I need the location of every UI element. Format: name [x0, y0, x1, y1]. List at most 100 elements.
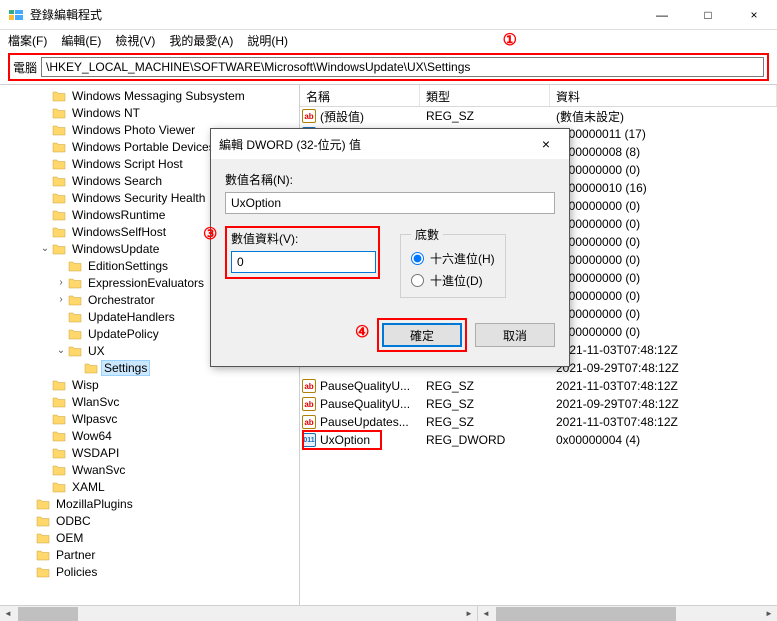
- menu-file[interactable]: 檔案(F): [4, 30, 51, 51]
- value-name-field[interactable]: UxOption: [225, 192, 555, 214]
- tree-item-label: Wlpasvc: [70, 412, 119, 426]
- menu-help[interactable]: 說明(H): [243, 30, 292, 51]
- maximize-button[interactable]: □: [685, 0, 731, 30]
- close-button[interactable]: ×: [731, 0, 777, 30]
- string-value-icon: ab: [300, 415, 318, 429]
- value-name: (預設值): [318, 108, 420, 125]
- value-type: REG_SZ: [420, 415, 550, 429]
- value-type: REG_DWORD: [420, 433, 550, 447]
- folder-icon: [52, 156, 68, 172]
- tree-item[interactable]: OEM: [6, 529, 299, 546]
- tree-item-label: WindowsRuntime: [70, 208, 167, 222]
- tree-item-label: Windows Photo Viewer: [70, 123, 197, 137]
- column-name[interactable]: 名稱: [300, 85, 420, 106]
- folder-icon: [52, 88, 68, 104]
- value-data: (數值未設定): [550, 108, 777, 125]
- tree-item[interactable]: WwanSvc: [6, 461, 299, 478]
- value-data: 0x00000010 (16): [550, 181, 777, 195]
- values-header: 名稱 類型 資料: [300, 85, 777, 107]
- tree-item[interactable]: Policies: [6, 563, 299, 580]
- tree-item[interactable]: Partner: [6, 546, 299, 563]
- folder-icon: [68, 292, 84, 308]
- column-type[interactable]: 類型: [420, 85, 550, 106]
- value-data: 0x00000000 (0): [550, 271, 777, 285]
- address-label: 電腦: [13, 59, 37, 76]
- value-row[interactable]: abPauseQualityU...REG_SZ2021-11-03T07:48…: [300, 377, 777, 395]
- folder-icon: [36, 496, 52, 512]
- folder-icon: [52, 105, 68, 121]
- dialog-close-button[interactable]: ×: [531, 136, 561, 152]
- value-data: 0x00000000 (0): [550, 235, 777, 249]
- expand-icon[interactable]: ›: [54, 294, 68, 305]
- value-data: 0x00000000 (0): [550, 253, 777, 267]
- expand-icon[interactable]: ›: [54, 277, 68, 288]
- edit-dword-dialog: 編輯 DWORD (32-位元) 值 × 數值名稱(N): UxOption 數…: [210, 128, 570, 367]
- value-data: 2021-09-29T07:48:12Z: [550, 361, 777, 375]
- tree-item-label: XAML: [70, 480, 107, 494]
- annotation-box-4: 確定: [377, 318, 467, 352]
- column-data[interactable]: 資料: [550, 85, 777, 106]
- folder-icon: [68, 275, 84, 291]
- tree-item-label: ExpressionEvaluators: [86, 276, 206, 290]
- folder-icon: [52, 462, 68, 478]
- radio-hex[interactable]: 十六進位(H): [411, 247, 495, 269]
- folder-icon: [52, 241, 68, 257]
- folder-icon: [52, 411, 68, 427]
- folder-icon: [68, 343, 84, 359]
- folder-icon: [52, 190, 68, 206]
- annotation-3: ③: [203, 224, 217, 244]
- cancel-button[interactable]: 取消: [475, 323, 555, 347]
- folder-icon: [36, 530, 52, 546]
- radio-hex-input[interactable]: [411, 252, 424, 265]
- tree-item-label: WwanSvc: [70, 463, 127, 477]
- dialog-title: 編輯 DWORD (32-位元) 值: [219, 136, 531, 153]
- tree-item[interactable]: Windows NT: [6, 104, 299, 121]
- value-data: 2021-09-29T07:48:12Z: [550, 397, 777, 411]
- string-value-icon: ab: [300, 397, 318, 411]
- radio-dec[interactable]: 十進位(D): [411, 269, 495, 291]
- tree-item[interactable]: WSDAPI: [6, 444, 299, 461]
- tree-item-label: Windows Security Health: [70, 191, 207, 205]
- value-type: REG_SZ: [420, 109, 550, 123]
- tree-item-label: Orchestrator: [86, 293, 157, 307]
- value-row[interactable]: abPauseUpdates...REG_SZ2021-11-03T07:48:…: [300, 413, 777, 431]
- value-type: REG_SZ: [420, 379, 550, 393]
- value-data: 0x00000000 (0): [550, 325, 777, 339]
- folder-icon: [52, 122, 68, 138]
- tree-item-label: WindowsSelfHost: [70, 225, 168, 239]
- expand-icon[interactable]: ⌄: [38, 243, 52, 254]
- folder-icon: [52, 173, 68, 189]
- address-bar[interactable]: [41, 57, 764, 77]
- tree-item[interactable]: WlanSvc: [6, 393, 299, 410]
- folder-icon: [84, 360, 100, 376]
- tree-item-label: OEM: [54, 531, 85, 545]
- menu-favorites[interactable]: 我的最愛(A): [165, 30, 237, 51]
- value-type: REG_SZ: [420, 397, 550, 411]
- value-row[interactable]: abPauseQualityU...REG_SZ2021-09-29T07:48…: [300, 395, 777, 413]
- value-data: 0x00000000 (0): [550, 307, 777, 321]
- radio-dec-input[interactable]: [411, 274, 424, 287]
- tree-item-label: Wow64: [70, 429, 114, 443]
- menu-view[interactable]: 檢視(V): [111, 30, 159, 51]
- tree-item[interactable]: Windows Messaging Subsystem: [6, 87, 299, 104]
- value-data: 2021-11-03T07:48:12Z: [550, 343, 777, 357]
- value-row[interactable]: 011UxOptionREG_DWORD0x00000004 (4): [300, 431, 777, 449]
- tree-item[interactable]: XAML: [6, 478, 299, 495]
- tree-item[interactable]: MozillaPlugins: [6, 495, 299, 512]
- folder-icon: [36, 564, 52, 580]
- expand-icon[interactable]: ⌄: [54, 345, 68, 356]
- menu-edit[interactable]: 編輯(E): [57, 30, 105, 51]
- value-data: 0x00000004 (4): [550, 433, 777, 447]
- value-data-input[interactable]: [231, 251, 376, 273]
- annotation-box-1: 電腦: [8, 53, 769, 81]
- tree-item[interactable]: Wisp: [6, 376, 299, 393]
- minimize-button[interactable]: —: [639, 0, 685, 30]
- value-row[interactable]: ab(預設值)REG_SZ(數值未設定): [300, 107, 777, 125]
- tree-item[interactable]: Wow64: [6, 427, 299, 444]
- tree-item[interactable]: Wlpasvc: [6, 410, 299, 427]
- tree-item-label: MozillaPlugins: [54, 497, 135, 511]
- tree-item-label: EditionSettings: [86, 259, 170, 273]
- ok-button[interactable]: 確定: [382, 323, 462, 347]
- tree-item-label: Settings: [102, 361, 149, 375]
- tree-item[interactable]: ODBC: [6, 512, 299, 529]
